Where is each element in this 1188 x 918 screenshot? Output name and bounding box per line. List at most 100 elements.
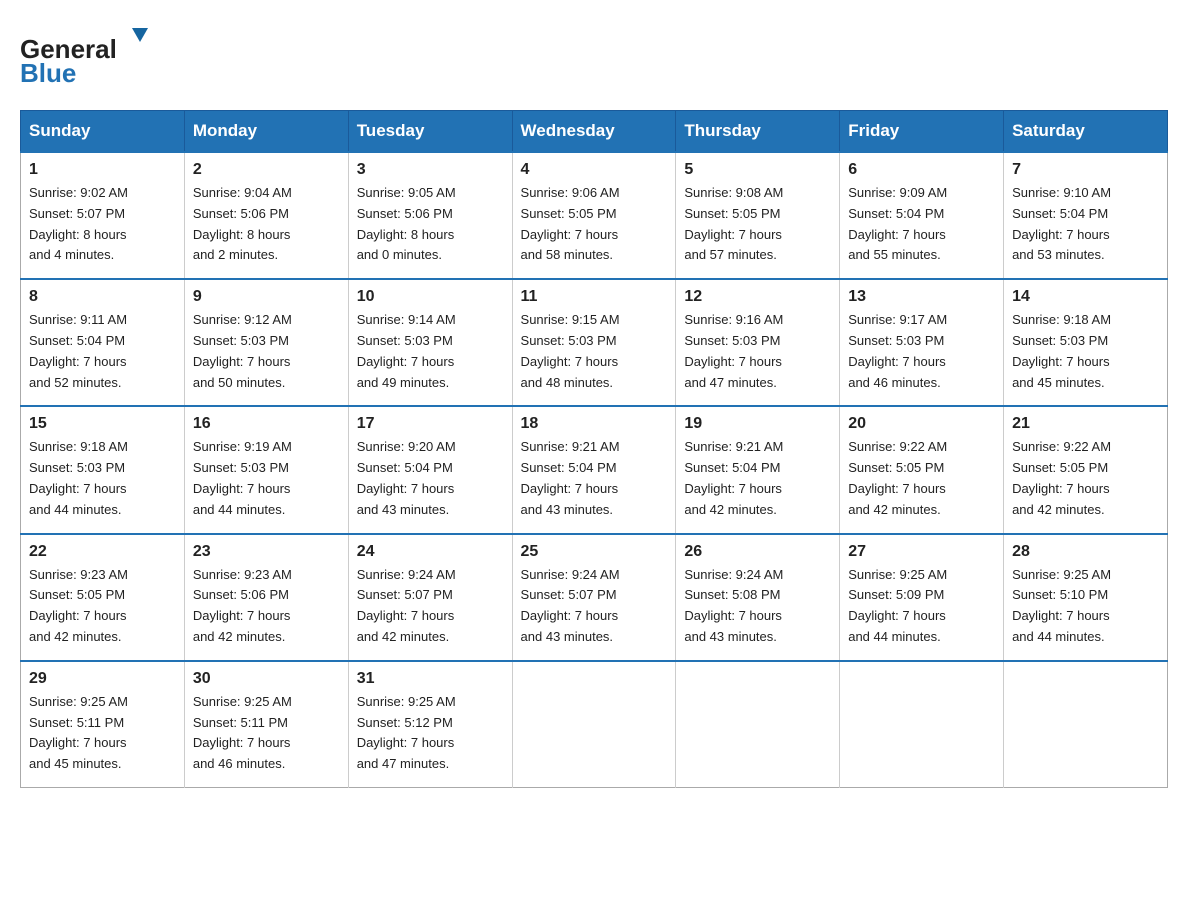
day-number: 2 <box>193 161 340 179</box>
calendar-cell: 11 Sunrise: 9:15 AMSunset: 5:03 PMDayligh… <box>512 279 676 406</box>
day-number: 14 <box>1012 288 1159 306</box>
calendar-cell: 9 Sunrise: 9:12 AMSunset: 5:03 PMDaylight… <box>184 279 348 406</box>
calendar-cell: 3 Sunrise: 9:05 AMSunset: 5:06 PMDaylight… <box>348 152 512 279</box>
day-info: Sunrise: 9:18 AMSunset: 5:03 PMDaylight:… <box>1012 310 1159 393</box>
calendar-cell: 20 Sunrise: 9:22 AMSunset: 5:05 PMDayligh… <box>840 406 1004 533</box>
day-number: 4 <box>521 161 668 179</box>
calendar-cell: 4Sunrise: 9:06 AMSunset: 5:05 PMDaylight… <box>512 152 676 279</box>
day-number: 26 <box>684 543 831 561</box>
header-sunday: Sunday <box>21 111 185 153</box>
day-number: 28 <box>1012 543 1159 561</box>
day-number: 8 <box>29 288 176 306</box>
day-info: Sunrise: 9:25 AMSunset: 5:12 PMDaylight:… <box>357 692 504 775</box>
calendar-week-5: 29 Sunrise: 9:25 AMSunset: 5:11 PMDayligh… <box>21 661 1168 788</box>
day-info: Sunrise: 9:15 AMSunset: 5:03 PMDaylight:… <box>521 310 668 393</box>
day-info: Sunrise: 9:12 AMSunset: 5:03 PMDaylight:… <box>193 310 340 393</box>
day-number: 10 <box>357 288 504 306</box>
day-info: Sunrise: 9:22 AMSunset: 5:05 PMDaylight:… <box>848 437 995 520</box>
day-info: Sunrise: 9:14 AMSunset: 5:03 PMDaylight:… <box>357 310 504 393</box>
calendar-cell: 29Sunrise: 9:25 AMSunset: 5:11 PMDayligh… <box>21 661 185 788</box>
calendar-week-3: 15 Sunrise: 9:18 AMSunset: 5:03 PMDayligh… <box>21 406 1168 533</box>
day-info: Sunrise: 9:25 AMSunset: 5:11 PMDaylight:… <box>193 692 340 775</box>
svg-text:Blue: Blue <box>20 58 76 88</box>
calendar-week-4: 22 Sunrise: 9:23 AMSunset: 5:05 PMDayligh… <box>21 534 1168 661</box>
day-number: 7 <box>1012 161 1159 179</box>
day-number: 15 <box>29 415 176 433</box>
header-tuesday: Tuesday <box>348 111 512 153</box>
day-info: Sunrise: 9:05 AMSunset: 5:06 PMDaylight:… <box>357 183 504 266</box>
calendar-cell: 17 Sunrise: 9:20 AMSunset: 5:04 PMDayligh… <box>348 406 512 533</box>
day-info: Sunrise: 9:25 AMSunset: 5:10 PMDaylight:… <box>1012 565 1159 648</box>
calendar-cell: 25Sunrise: 9:24 AMSunset: 5:07 PMDayligh… <box>512 534 676 661</box>
calendar-week-1: 1Sunrise: 9:02 AMSunset: 5:07 PMDaylight… <box>21 152 1168 279</box>
calendar-cell: 6 Sunrise: 9:09 AMSunset: 5:04 PMDaylight… <box>840 152 1004 279</box>
day-info: Sunrise: 9:24 AMSunset: 5:07 PMDaylight:… <box>357 565 504 648</box>
calendar-cell <box>1004 661 1168 788</box>
calendar-cell: 18Sunrise: 9:21 AMSunset: 5:04 PMDayligh… <box>512 406 676 533</box>
calendar-cell: 7 Sunrise: 9:10 AMSunset: 5:04 PMDaylight… <box>1004 152 1168 279</box>
day-info: Sunrise: 9:23 AMSunset: 5:05 PMDaylight:… <box>29 565 176 648</box>
calendar-cell: 14 Sunrise: 9:18 AMSunset: 5:03 PMDayligh… <box>1004 279 1168 406</box>
calendar-cell: 21 Sunrise: 9:22 AMSunset: 5:05 PMDayligh… <box>1004 406 1168 533</box>
day-number: 5 <box>684 161 831 179</box>
calendar-cell: 28 Sunrise: 9:25 AMSunset: 5:10 PMDayligh… <box>1004 534 1168 661</box>
day-info: Sunrise: 9:22 AMSunset: 5:05 PMDaylight:… <box>1012 437 1159 520</box>
day-number: 12 <box>684 288 831 306</box>
day-info: Sunrise: 9:09 AMSunset: 5:04 PMDaylight:… <box>848 183 995 266</box>
day-info: Sunrise: 9:23 AMSunset: 5:06 PMDaylight:… <box>193 565 340 648</box>
day-number: 31 <box>357 670 504 688</box>
day-number: 21 <box>1012 415 1159 433</box>
calendar-cell: 24 Sunrise: 9:24 AMSunset: 5:07 PMDayligh… <box>348 534 512 661</box>
calendar-cell: 8 Sunrise: 9:11 AMSunset: 5:04 PMDaylight… <box>21 279 185 406</box>
day-info: Sunrise: 9:04 AMSunset: 5:06 PMDaylight:… <box>193 183 340 266</box>
day-number: 24 <box>357 543 504 561</box>
day-number: 27 <box>848 543 995 561</box>
header-thursday: Thursday <box>676 111 840 153</box>
day-info: Sunrise: 9:10 AMSunset: 5:04 PMDaylight:… <box>1012 183 1159 266</box>
day-number: 11 <box>521 288 668 306</box>
calendar-cell: 30Sunrise: 9:25 AMSunset: 5:11 PMDayligh… <box>184 661 348 788</box>
calendar-cell: 13 Sunrise: 9:17 AMSunset: 5:03 PMDayligh… <box>840 279 1004 406</box>
page-header: General Blue <box>20 20 1168 90</box>
logo-svg: General Blue <box>20 20 160 90</box>
calendar-cell: 15 Sunrise: 9:18 AMSunset: 5:03 PMDayligh… <box>21 406 185 533</box>
day-number: 3 <box>357 161 504 179</box>
day-info: Sunrise: 9:19 AMSunset: 5:03 PMDaylight:… <box>193 437 340 520</box>
day-number: 20 <box>848 415 995 433</box>
day-info: Sunrise: 9:16 AMSunset: 5:03 PMDaylight:… <box>684 310 831 393</box>
day-number: 9 <box>193 288 340 306</box>
day-info: Sunrise: 9:24 AMSunset: 5:08 PMDaylight:… <box>684 565 831 648</box>
day-number: 29 <box>29 670 176 688</box>
calendar-header-row: SundayMondayTuesdayWednesdayThursdayFrid… <box>21 111 1168 153</box>
calendar-cell: 31 Sunrise: 9:25 AMSunset: 5:12 PMDayligh… <box>348 661 512 788</box>
calendar-cell: 2 Sunrise: 9:04 AMSunset: 5:06 PMDaylight… <box>184 152 348 279</box>
day-number: 18 <box>521 415 668 433</box>
day-number: 13 <box>848 288 995 306</box>
day-info: Sunrise: 9:20 AMSunset: 5:04 PMDaylight:… <box>357 437 504 520</box>
header-friday: Friday <box>840 111 1004 153</box>
calendar-cell <box>840 661 1004 788</box>
day-info: Sunrise: 9:08 AMSunset: 5:05 PMDaylight:… <box>684 183 831 266</box>
calendar-cell: 16Sunrise: 9:19 AMSunset: 5:03 PMDayligh… <box>184 406 348 533</box>
day-info: Sunrise: 9:21 AMSunset: 5:04 PMDaylight:… <box>684 437 831 520</box>
day-info: Sunrise: 9:18 AMSunset: 5:03 PMDaylight:… <box>29 437 176 520</box>
day-info: Sunrise: 9:11 AMSunset: 5:04 PMDaylight:… <box>29 310 176 393</box>
calendar-cell: 27 Sunrise: 9:25 AMSunset: 5:09 PMDayligh… <box>840 534 1004 661</box>
calendar-cell: 5 Sunrise: 9:08 AMSunset: 5:05 PMDaylight… <box>676 152 840 279</box>
day-info: Sunrise: 9:17 AMSunset: 5:03 PMDaylight:… <box>848 310 995 393</box>
day-number: 6 <box>848 161 995 179</box>
day-info: Sunrise: 9:24 AMSunset: 5:07 PMDaylight:… <box>521 565 668 648</box>
calendar-cell: 22 Sunrise: 9:23 AMSunset: 5:05 PMDayligh… <box>21 534 185 661</box>
calendar-week-2: 8 Sunrise: 9:11 AMSunset: 5:04 PMDaylight… <box>21 279 1168 406</box>
calendar-cell: 1Sunrise: 9:02 AMSunset: 5:07 PMDaylight… <box>21 152 185 279</box>
day-number: 22 <box>29 543 176 561</box>
calendar-cell <box>676 661 840 788</box>
calendar-cell: 10 Sunrise: 9:14 AMSunset: 5:03 PMDayligh… <box>348 279 512 406</box>
day-number: 17 <box>357 415 504 433</box>
calendar-table: SundayMondayTuesdayWednesdayThursdayFrid… <box>20 110 1168 788</box>
header-monday: Monday <box>184 111 348 153</box>
calendar-cell: 23Sunrise: 9:23 AMSunset: 5:06 PMDayligh… <box>184 534 348 661</box>
day-number: 1 <box>29 161 176 179</box>
calendar-cell: 26 Sunrise: 9:24 AMSunset: 5:08 PMDayligh… <box>676 534 840 661</box>
day-info: Sunrise: 9:25 AMSunset: 5:09 PMDaylight:… <box>848 565 995 648</box>
